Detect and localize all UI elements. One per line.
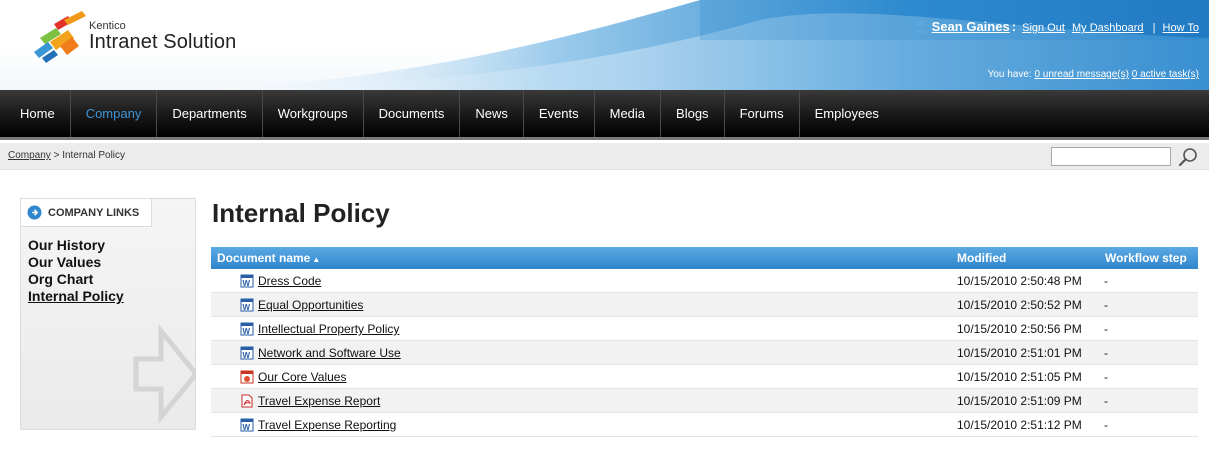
column-header-modified[interactable]: Modified — [957, 251, 1006, 265]
modified-date: 10/15/2010 2:51:12 PM — [957, 418, 1082, 432]
table-row: Our Core Values 10/15/2010 2:51:05 PM - — [211, 365, 1198, 389]
sidebar-item-our-values[interactable]: Our Values — [28, 254, 124, 271]
menu-item-home[interactable]: Home — [0, 90, 71, 137]
workflow-step: - — [1104, 322, 1108, 336]
svg-text:W: W — [243, 351, 251, 360]
breadcrumb-company-link[interactable]: Company — [8, 150, 51, 161]
page-title: Internal Policy — [212, 198, 390, 228]
menu-item-employees[interactable]: Employees — [800, 90, 894, 137]
company-links-list: Our History Our Values Org Chart Interna… — [28, 237, 124, 305]
svg-text:W: W — [243, 303, 251, 312]
document-link[interactable]: Intellectual Property Policy — [258, 322, 399, 336]
how-to-link[interactable]: How To — [1163, 22, 1199, 34]
menu-item-blogs[interactable]: Blogs — [661, 90, 725, 137]
user-colon: : — [1011, 19, 1017, 34]
menu-item-media[interactable]: Media — [595, 90, 662, 137]
company-links-title: COMPANY LINKS — [48, 207, 140, 219]
activity-summary: You have: 0 unread message(s) 0 active t… — [988, 69, 1199, 80]
powerpoint-icon — [240, 370, 254, 384]
modified-date: 10/15/2010 2:50:52 PM — [957, 298, 1082, 312]
document-name-header-label: Document name — [217, 251, 311, 265]
column-header-workflow-step[interactable]: Workflow step — [1105, 251, 1187, 265]
menu-item-company[interactable]: Company — [71, 90, 158, 137]
arrow-circle-icon — [27, 205, 42, 220]
table-row: W Travel Expense Reporting 10/15/2010 2:51… — [211, 413, 1198, 437]
pdf-icon — [240, 394, 254, 408]
word-doc-icon: W — [240, 274, 254, 288]
active-tasks-link[interactable]: 0 active task(s) — [1132, 69, 1199, 80]
sign-out-link[interactable]: Sign Out — [1022, 22, 1065, 34]
breadcrumb: Company > Internal Policy — [8, 150, 125, 161]
my-dashboard-link[interactable]: My Dashboard — [1072, 22, 1144, 34]
menu-item-workgroups[interactable]: Workgroups — [263, 90, 364, 137]
search-input[interactable] — [1051, 147, 1171, 166]
documents-grid: Document name ▲ Modified Workflow step WD… — [211, 247, 1198, 437]
word-doc-icon: W — [240, 418, 254, 432]
document-link[interactable]: Travel Expense Report — [258, 394, 380, 408]
word-doc-icon: W — [240, 322, 254, 336]
modified-date: 10/15/2010 2:50:56 PM — [957, 322, 1082, 336]
user-icon — [914, 20, 927, 33]
modified-date: 10/15/2010 2:50:48 PM — [957, 274, 1082, 288]
table-row: W Equal Opportunities 10/15/2010 2:50:52 P… — [211, 293, 1198, 317]
workflow-step: - — [1104, 394, 1108, 408]
separator: | — [1152, 22, 1156, 34]
grid-header: Document name ▲ Modified Workflow step — [211, 247, 1198, 269]
document-link[interactable]: Equal Opportunities — [258, 298, 363, 312]
table-row: Travel Expense Report 10/15/2010 2:51:09 … — [211, 389, 1198, 413]
logo-product-text: Intranet Solution — [89, 31, 237, 53]
document-link[interactable]: Network and Software Use — [258, 346, 401, 360]
menu-item-events[interactable]: Events — [524, 90, 595, 137]
workflow-step: - — [1104, 418, 1108, 432]
menu-item-forums[interactable]: Forums — [725, 90, 800, 137]
main-menu: Home Company Departments Workgroups Docu… — [0, 90, 1209, 140]
workflow-step: - — [1104, 346, 1108, 360]
header: Kentico Intranet Solution Sean Gaines: S… — [0, 0, 1209, 90]
modified-date: 10/15/2010 2:51:05 PM — [957, 370, 1082, 384]
svg-text:W: W — [243, 327, 251, 336]
user-bar: Sean Gaines: Sign Out My Dashboard | How… — [914, 19, 1199, 34]
modified-date: 10/15/2010 2:51:01 PM — [957, 346, 1082, 360]
menu-item-departments[interactable]: Departments — [157, 90, 263, 137]
activity-prefix: You have: — [987, 69, 1032, 80]
search-icon[interactable] — [1177, 146, 1199, 168]
sidebar-item-our-history[interactable]: Our History — [28, 237, 124, 254]
sidebar-item-internal-policy[interactable]: Internal Policy — [28, 288, 124, 305]
word-doc-icon: W — [240, 346, 254, 360]
table-row: W Intellectual Property Policy 10/15/2010 … — [211, 317, 1198, 341]
modified-date: 10/15/2010 2:51:09 PM — [957, 394, 1082, 408]
svg-text:W: W — [243, 279, 251, 288]
svg-text:W: W — [243, 423, 251, 432]
column-header-document-name[interactable]: Document name ▲ — [217, 251, 320, 265]
grid-body: W Dress Code 10/15/2010 2:50:48 PM - W Equal … — [211, 269, 1198, 437]
company-links-tab: COMPANY LINKS — [21, 199, 152, 227]
unread-messages-link[interactable]: 0 unread message(s) — [1034, 69, 1129, 80]
menu-item-news[interactable]: News — [460, 90, 524, 137]
sidebar-item-org-chart[interactable]: Org Chart — [28, 271, 124, 288]
breadcrumb-separator: > — [53, 150, 60, 161]
user-name-link[interactable]: Sean Gaines — [932, 19, 1010, 34]
company-links-panel: COMPANY LINKS Our History Our Values Org… — [20, 198, 196, 430]
document-link[interactable]: Travel Expense Reporting — [258, 418, 396, 432]
document-link[interactable]: Our Core Values — [258, 370, 346, 384]
breadcrumb-bar: Company > Internal Policy — [0, 143, 1209, 170]
decorative-arrow-icon — [133, 323, 196, 425]
workflow-step: - — [1104, 298, 1108, 312]
workflow-step: - — [1104, 370, 1108, 384]
sort-ascending-icon: ▲ — [312, 255, 321, 264]
table-row: W Dress Code 10/15/2010 2:50:48 PM - — [211, 269, 1198, 293]
menu-item-documents[interactable]: Documents — [364, 90, 461, 137]
breadcrumb-current: Internal Policy — [62, 150, 126, 161]
table-row: W Network and Software Use 10/15/2010 2:51… — [211, 341, 1198, 365]
word-doc-icon: W — [240, 298, 254, 312]
workflow-step: - — [1104, 274, 1108, 288]
document-link[interactable]: Dress Code — [258, 274, 321, 288]
